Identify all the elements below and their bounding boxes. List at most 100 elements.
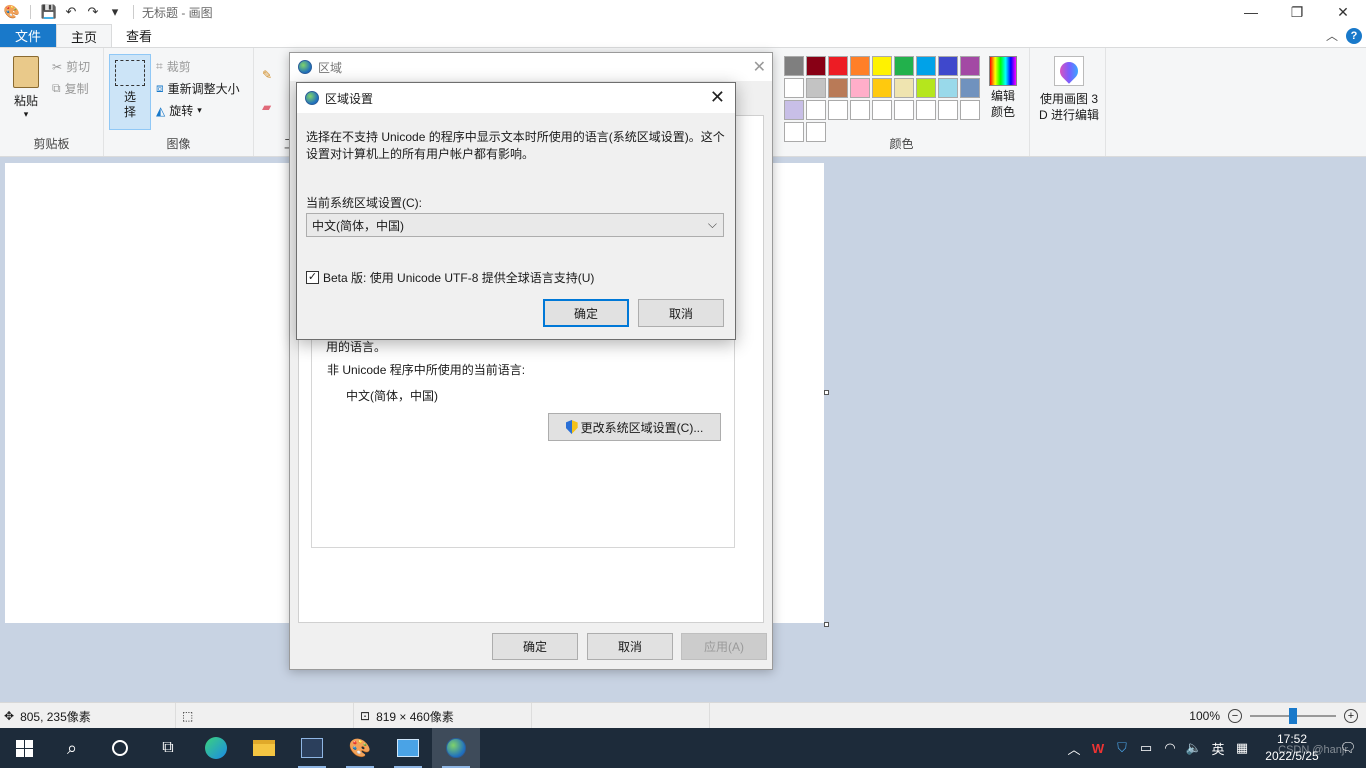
color-swatch[interactable] [784,100,804,120]
checkbox-check-icon[interactable]: ✓ [306,271,319,284]
color-swatch[interactable] [784,122,804,142]
copy-button[interactable]: ⧉ 复制 [52,80,89,97]
volume-icon[interactable]: 🔈 [1182,740,1206,756]
color-swatch[interactable] [806,78,826,98]
task-view-icon: ⧉ [162,739,174,756]
color-swatch[interactable] [938,78,958,98]
canvas-size: ⊡ 819 × 460像素 [360,703,532,729]
select-button[interactable]: 选 择 [109,54,151,130]
color-swatch[interactable] [784,78,804,98]
save-icon[interactable]: 💾 [41,4,57,20]
close-icon[interactable]: ✕ [710,87,725,108]
taskbar-paint[interactable]: 🎨 [336,728,384,768]
clipboard-group: 粘贴 ▾ ✂ 剪切 ⧉ 复制 剪贴板 [0,48,104,156]
pencil-icon: ✎ [262,68,273,82]
minimize-icon[interactable]: — [1228,0,1274,24]
cancel-button[interactable]: 取消 [638,299,724,327]
customize-dropdown-icon[interactable]: ▾ [107,4,123,20]
show-hidden-icons-icon[interactable]: ︿ [1062,739,1086,758]
rotate-icon: ◭ [156,103,166,118]
edit-colors-button[interactable]: 编辑 颜色 [986,56,1020,120]
color-swatch[interactable] [850,56,870,76]
taskbar-vs[interactable] [288,728,336,768]
folder-icon [253,740,275,756]
wifi-icon[interactable]: ◠ [1158,740,1182,756]
taskbar-explorer[interactable] [240,728,288,768]
color-swatch[interactable] [960,100,980,120]
resize-handle-corner[interactable] [824,622,829,627]
paint3d-button[interactable]: 使用画图 3 D 进行编辑 [1034,56,1104,123]
help-icon[interactable]: ? [1346,27,1362,44]
select-rect-icon [115,60,145,86]
color-swatch[interactable] [960,78,980,98]
move-cursor-icon: ✥ [4,709,15,723]
resize-button[interactable]: ⧈ 重新调整大小 [156,80,240,97]
cortana-button[interactable] [96,728,144,768]
ok-button[interactable]: 确定 [492,633,578,660]
taskbar-control-panel[interactable] [384,728,432,768]
color-swatch[interactable] [806,122,826,142]
ime-grid-icon[interactable]: ▦ [1230,740,1254,756]
search-button[interactable]: ⌕ [48,728,96,768]
color-swatch[interactable] [850,78,870,98]
paste-icon [13,56,39,88]
undo-icon[interactable]: ↶ [63,4,79,20]
task-view-button[interactable]: ⧉ [144,728,192,768]
tab-file[interactable]: 文件 [0,24,56,47]
color-swatch[interactable] [916,100,936,120]
paste-button[interactable]: 粘贴 ▾ [10,56,42,120]
color-swatch[interactable] [872,56,892,76]
collapse-ribbon-icon[interactable]: ︿ [1326,27,1338,44]
color-swatch[interactable] [828,100,848,120]
color-swatch[interactable] [784,56,804,76]
zoom-slider[interactable] [1250,708,1336,724]
crop-button[interactable]: ⌗ 裁剪 [156,58,191,75]
ok-button[interactable]: 确定 [543,299,629,327]
zoom-slider-thumb[interactable] [1289,708,1297,724]
color-swatch[interactable] [894,56,914,76]
redo-icon[interactable]: ↷ [85,4,101,20]
rotate-button[interactable]: ◭ 旋转 ▾ [156,102,202,119]
color-swatch[interactable] [828,56,848,76]
color-swatch[interactable] [850,100,870,120]
apply-button[interactable]: 应用(A) [681,633,767,660]
color-swatch[interactable] [938,100,958,120]
taskbar-region[interactable] [432,728,480,768]
wps-icon[interactable]: W [1086,741,1110,756]
image-group: 选 择 ⌗ 裁剪 ⧈ 重新调整大小 ◭ 旋转 ▾ 图像 [104,48,254,156]
start-button[interactable] [0,728,48,768]
tab-home[interactable]: 主页 [56,24,113,47]
resize-handle-right[interactable] [824,390,829,395]
cancel-button[interactable]: 取消 [587,633,673,660]
color-swatch[interactable] [960,56,980,76]
color-swatch[interactable] [828,78,848,98]
close-icon[interactable]: ✕ [753,57,766,77]
pencil-tool[interactable]: ✎ [262,68,272,82]
zoom-in-icon[interactable]: + [1344,709,1358,723]
restore-icon[interactable]: ❐ [1274,0,1320,24]
color-swatch[interactable] [806,56,826,76]
color-swatch[interactable] [894,78,914,98]
color-swatch[interactable] [894,100,914,120]
non-unicode-group: 非 Unicode 程序中所使用的当前语言: 中文(简体，中国) 更改系统区域设… [311,326,735,548]
color-swatch[interactable] [806,100,826,120]
change-system-locale-button[interactable]: 更改系统区域设置(C)... [548,413,721,441]
beta-utf8-checkbox[interactable]: ✓ Beta 版: 使用 Unicode UTF-8 提供全球语言支持(U) [306,269,594,286]
color-swatch[interactable] [916,56,936,76]
color-swatch[interactable] [916,78,936,98]
color-swatch[interactable] [872,78,892,98]
battery-icon[interactable]: ▭ [1134,740,1158,756]
defender-shield-icon[interactable]: ⛉ [1110,740,1134,756]
tab-view[interactable]: 查看 [112,24,166,47]
color-swatch[interactable] [872,100,892,120]
ime-language[interactable]: 英 [1206,739,1230,758]
cut-button[interactable]: ✂ 剪切 [52,58,90,75]
close-icon[interactable]: ✕ [1320,0,1366,24]
quick-access-toolbar: 🎨 💾 ↶ ↷ ▾ [0,4,138,20]
system-locale-select[interactable]: 中文(简体，中国) ⌵ [306,213,724,237]
eraser-tool[interactable]: ▰ [262,100,271,114]
taskbar: ⌕ ⧉ 🎨 ︿ W ⛉ ▭ ◠ 🔈 英 ▦ 17:52 2022/5/25 🗨 … [0,728,1366,768]
color-swatch[interactable] [938,56,958,76]
taskbar-edge[interactable] [192,728,240,768]
zoom-out-icon[interactable]: − [1228,709,1242,723]
